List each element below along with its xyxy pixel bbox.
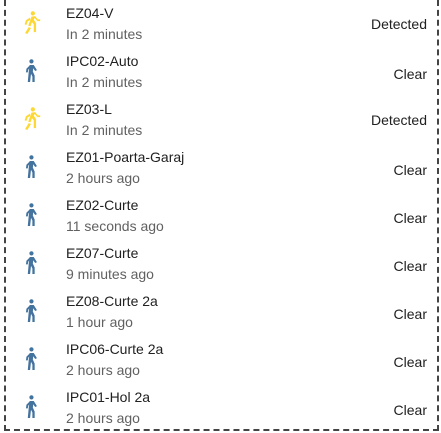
sensor-state: Detected <box>370 112 427 128</box>
sensor-state: Clear <box>393 210 427 226</box>
sensor-name: EZ01-Poarta-Garaj <box>66 149 185 165</box>
sensor-last-changed: 1 hour ago <box>66 314 133 330</box>
sensor-list-card: EZ04-V In 2 minutes Detected IPC02-Auto In 2… <box>4 0 439 431</box>
sensor-row[interactable]: IPC02-Auto In 2 minutes Clear <box>6 48 437 96</box>
sensor-state: Clear <box>393 354 427 370</box>
sensor-row[interactable]: EZ08-Curte 2a 1 hour ago Clear <box>6 288 437 336</box>
sensor-last-changed: 2 hours ago <box>66 410 140 426</box>
sensor-state: Clear <box>393 402 427 418</box>
standing-person-icon <box>20 394 42 420</box>
sensor-state: Clear <box>393 162 427 178</box>
sensor-state: Clear <box>393 258 427 274</box>
standing-person-icon <box>20 202 42 228</box>
sensor-row[interactable]: IPC01-Hol 2a 2 hours ago Clear <box>6 384 437 429</box>
sensor-row[interactable]: EZ07-Curte 9 minutes ago Clear <box>6 240 437 288</box>
sensor-last-changed: 9 minutes ago <box>66 266 154 282</box>
walking-person-icon <box>20 106 42 132</box>
sensor-state: Detected <box>370 16 427 32</box>
standing-person-icon <box>20 346 42 372</box>
sensor-last-changed: In 2 minutes <box>66 26 143 42</box>
sensor-row[interactable]: EZ04-V In 2 minutes Detected <box>6 0 437 48</box>
sensor-name: IPC01-Hol 2a <box>66 389 151 405</box>
sensor-name: IPC06-Curte 2a <box>66 341 164 357</box>
sensor-last-changed: In 2 minutes <box>66 74 143 90</box>
walking-person-icon <box>20 10 42 36</box>
sensor-row[interactable]: IPC06-Curte 2a 2 hours ago Clear <box>6 336 437 384</box>
sensor-last-changed: 2 hours ago <box>66 362 140 378</box>
sensor-name: EZ07-Curte <box>66 245 139 261</box>
standing-person-icon <box>20 298 42 324</box>
sensor-name: EZ02-Curte <box>66 197 139 213</box>
sensor-last-changed: In 2 minutes <box>66 122 143 138</box>
sensor-row[interactable]: EZ02-Curte 11 seconds ago Clear <box>6 192 437 240</box>
sensor-name: EZ04-V <box>66 5 114 21</box>
sensor-name: EZ08-Curte 2a <box>66 293 158 309</box>
standing-person-icon <box>20 58 42 84</box>
sensor-state: Clear <box>393 66 427 82</box>
sensor-row[interactable]: EZ01-Poarta-Garaj 2 hours ago Clear <box>6 144 437 192</box>
sensor-name: EZ03-L <box>66 101 112 117</box>
sensor-last-changed: 11 seconds ago <box>66 218 164 234</box>
sensor-name: IPC02-Auto <box>66 53 139 69</box>
sensor-last-changed: 2 hours ago <box>66 170 140 186</box>
sensor-state: Clear <box>393 306 427 322</box>
sensor-row[interactable]: EZ03-L In 2 minutes Detected <box>6 96 437 144</box>
standing-person-icon <box>20 250 42 276</box>
standing-person-icon <box>20 154 42 180</box>
